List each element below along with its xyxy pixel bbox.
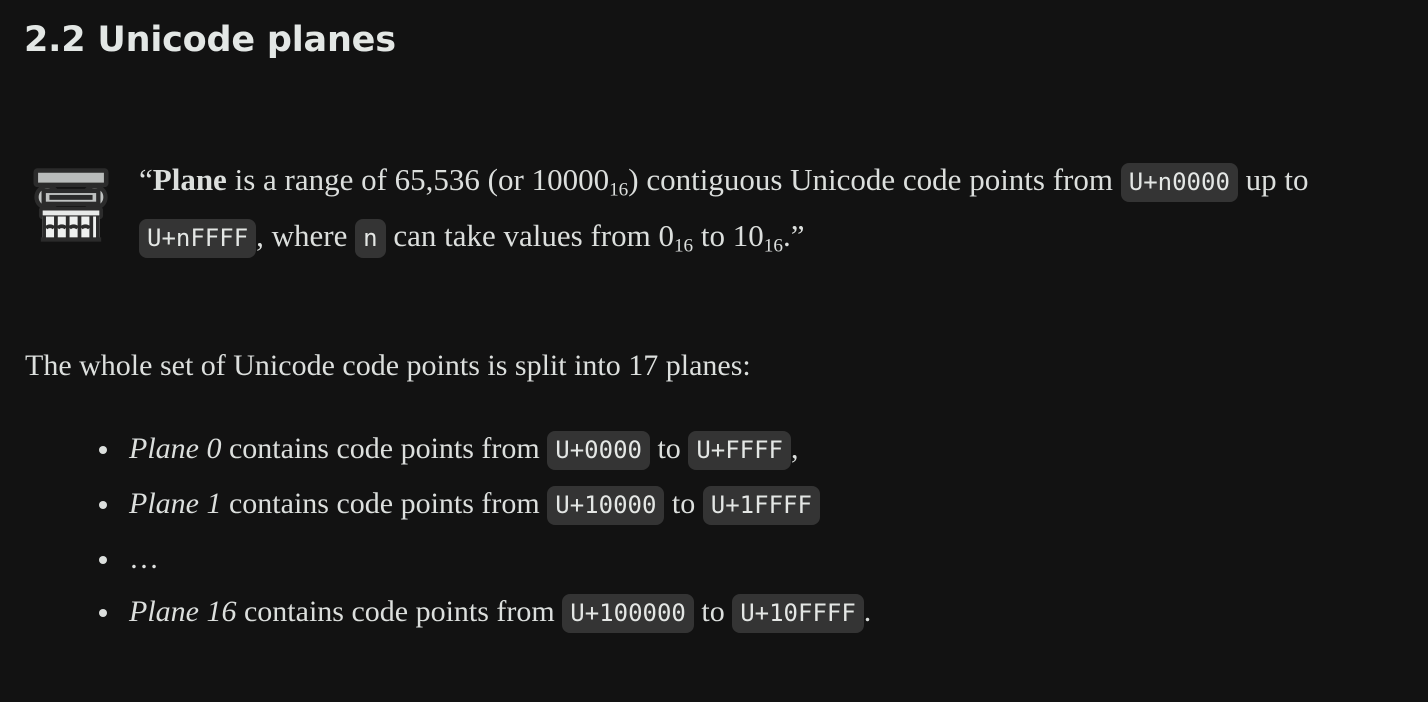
quote-subscript-1: 16	[609, 178, 629, 200]
codepoint-range-end: U+1FFFF	[702, 485, 820, 525]
codepoint-plane-end: U+nFFFF	[139, 218, 257, 258]
quote-subscript-2: 16	[673, 234, 694, 256]
list-item-between: to	[649, 431, 689, 465]
intro-paragraph: The whole set of Unicode code points is …	[25, 348, 751, 382]
quote-part-7: .	[782, 217, 791, 253]
codepoint-range-end: U+10FFFF	[732, 593, 864, 633]
quote-part-5: can take values from 0	[385, 217, 674, 253]
codepoint-range-start: U+10000	[547, 485, 665, 525]
quote-callout: “Plane is a range of 65,536 (or 1000016)…	[24, 153, 1404, 265]
plane-list: Plane 0 contains code points from U+0000…	[24, 384, 1404, 640]
quote-close-quote: ”	[790, 217, 805, 253]
quote-part-4: , where	[256, 217, 356, 253]
codepoint-range-start: U+0000	[547, 430, 650, 470]
quote-body: “Plane is a range of 65,536 (or 1000016)…	[139, 153, 1404, 265]
list-item-emphasis: Plane 1	[129, 486, 222, 520]
quote-term: Plane	[152, 161, 227, 197]
quote-subscript-3: 16	[763, 234, 783, 256]
codepoint-plane-start: U+n0000	[1120, 162, 1238, 202]
codepoint-range-end: U+FFFF	[688, 430, 792, 470]
quote-part-3: up to	[1237, 161, 1309, 197]
codepoint-variable-n: n	[355, 218, 386, 258]
list-item-between: to	[664, 486, 703, 520]
list-item-middle: contains code points from	[221, 486, 548, 520]
list-item-emphasis: Plane 0	[129, 431, 222, 465]
quote-part-2: ) contiguous Unicode code points from	[628, 161, 1121, 197]
quote-open-quote: “	[139, 161, 153, 197]
list-item: Plane 0 contains code points from U+0000…	[24, 422, 1404, 477]
list-item-tail: .	[863, 594, 872, 628]
quote-part-1: is a range of 65,536 (or 10000	[226, 161, 610, 197]
list-item-ellipsis: …	[129, 541, 160, 575]
list-item-middle: contains code points from	[236, 594, 563, 628]
page-title: 2.2 Unicode planes	[24, 20, 396, 60]
list-item: Plane 1 contains code points from U+1000…	[24, 477, 1404, 532]
list-item-emphasis: Plane 16	[129, 594, 237, 628]
list-item: Plane 16 contains code points from U+100…	[24, 585, 1404, 640]
codepoint-range-start: U+100000	[562, 593, 694, 633]
list-item-tail: ,	[791, 431, 799, 465]
list-item: …	[24, 532, 1404, 585]
list-item-middle: contains code points from	[221, 431, 548, 465]
quote-part-6: to 10	[693, 217, 764, 253]
list-item-between: to	[693, 594, 733, 628]
classical-column-icon	[25, 159, 117, 251]
document-page: 2.2 Unicode planes “Plane is a range of …	[0, 0, 1428, 702]
